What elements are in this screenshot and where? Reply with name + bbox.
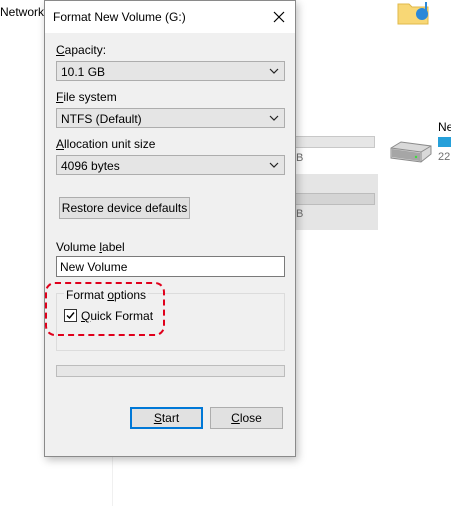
close-button[interactable]: Close [210,407,283,429]
drive-size-text-1: B [296,152,304,164]
capacity-select[interactable]: 10.1 GB [56,61,285,81]
capacity-value: 10.1 GB [61,65,106,79]
file-system-label: File system [56,90,117,104]
file-system-value: NTFS (Default) [61,112,142,126]
chevron-down-icon [269,115,279,121]
volume-label-label: Volume label [56,240,125,254]
allocation-unit-label: Allocation unit size [56,137,156,151]
nav-network-label[interactable]: Network [0,5,44,19]
drive-usage-bar-blue [438,137,451,147]
desktop-stage: Network B B Ne 22 Format New Volume (G:)… [0,0,451,506]
close-icon[interactable] [271,9,287,25]
allocation-unit-value: 4096 bytes [61,159,120,173]
volume-label-input[interactable]: New Volume [56,256,285,277]
volume-label-value: New Volume [60,260,128,274]
chevron-down-icon [269,68,279,74]
chevron-down-icon [269,162,279,168]
drive-usage-bar-2 [294,193,375,205]
hard-drive-icon[interactable] [387,140,433,166]
dialog-title: Format New Volume (G:) [53,10,186,24]
file-system-select[interactable]: NTFS (Default) [56,108,285,128]
allocation-unit-select[interactable]: 4096 bytes [56,155,285,175]
drive-usage-bar-1 [294,136,375,148]
format-progress-bar [56,365,285,377]
start-button[interactable]: Start [130,407,203,429]
pane-divider [112,456,113,506]
drive-free-text: 22 [438,151,451,163]
highlight-annotation [45,282,165,336]
music-folder-icon[interactable] [396,0,430,26]
drive-size-text-2: B [296,208,304,220]
dialog-titlebar[interactable]: Format New Volume (G:) [45,1,295,33]
restore-defaults-button[interactable]: Restore device defaults [59,197,190,219]
drive-name-text[interactable]: Ne [438,120,451,134]
format-dialog: Format New Volume (G:) Capacity: 10.1 GB… [44,0,296,457]
capacity-label: Capacity: [56,43,107,57]
